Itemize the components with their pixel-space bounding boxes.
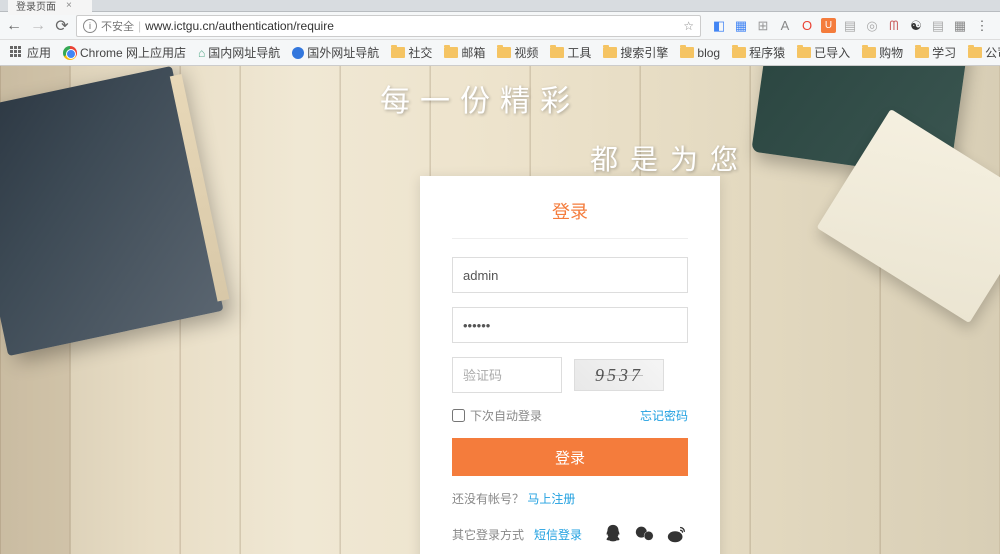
folder-icon [915, 47, 929, 58]
captcha-image[interactable]: 9537 [574, 359, 664, 391]
folder-icon [797, 47, 811, 58]
hero-text: 每一份精彩 都是为您 [380, 76, 750, 178]
bookmark-folder-blog[interactable]: blog [676, 44, 724, 62]
login-title: 登录 [452, 198, 688, 239]
ext-icon[interactable]: ◧ [711, 18, 727, 34]
forward-button[interactable]: → [28, 16, 48, 36]
url-field[interactable]: i 不安全 | www.ictgu.cn/authentication/requ… [76, 15, 701, 37]
ext-icon[interactable]: ⊞ [755, 18, 771, 34]
bookmark-domestic[interactable]: ⌂ 国内网址导航 [194, 42, 284, 63]
ext-icon[interactable]: U [821, 18, 836, 33]
page-content: 每一份精彩 都是为您 登录 9537 下次自动登录 忘记密码 登录 还没有帐号？… [0, 66, 1000, 554]
sms-login-link[interactable]: 短信登录 [534, 526, 582, 543]
folder-icon [497, 47, 511, 58]
bookmark-folder-study[interactable]: 学习 [911, 42, 960, 63]
folder-icon [550, 47, 564, 58]
qq-login-icon[interactable] [602, 523, 624, 545]
auto-login-label[interactable]: 下次自动登录 [452, 407, 542, 424]
ext-icon[interactable]: A [777, 18, 793, 34]
bookmark-foreign[interactable]: 国外网址导航 [288, 42, 383, 63]
url-text: www.ictgu.cn/authentication/require [145, 19, 679, 33]
ext-icon[interactable]: ◎ [864, 18, 880, 34]
apps-button[interactable]: 应用 [6, 42, 55, 63]
hero-line2: 都是为您 [590, 138, 750, 178]
bookmark-chrome-store[interactable]: Chrome 网上应用店 [59, 42, 190, 63]
folder-icon [603, 47, 617, 58]
ext-icon[interactable]: ▤ [842, 18, 858, 34]
star-icon[interactable]: ☆ [683, 19, 694, 33]
auto-login-checkbox[interactable] [452, 409, 465, 422]
ext-icon[interactable]: ☯ [908, 18, 924, 34]
bookmark-folder-shopping[interactable]: 购物 [858, 42, 907, 63]
extension-icons: ◧ ▦ ⊞ A O U ▤ ◎ ᗰ ☯ ▤ ▦ ⋮ [705, 18, 996, 34]
browser-tab[interactable]: 登录页面 × [8, 0, 92, 15]
back-button[interactable]: ← [4, 16, 24, 36]
hero-line1: 每一份精彩 [380, 76, 750, 120]
tab-title: 登录页面 [16, 0, 56, 13]
bookmark-folder-video[interactable]: 视频 [493, 42, 542, 63]
ext-icon[interactable]: ▤ [930, 18, 946, 34]
apps-icon [10, 46, 24, 60]
globe-icon [292, 47, 304, 59]
folder-icon [391, 47, 405, 58]
info-icon[interactable]: i [83, 19, 97, 33]
bookmark-folder-programmer[interactable]: 程序猿 [728, 42, 789, 63]
ext-icon[interactable]: ▦ [952, 18, 968, 34]
bookmark-folder-search[interactable]: 搜索引擎 [599, 42, 672, 63]
address-bar: ← → ⟳ i 不安全 | www.ictgu.cn/authenticatio… [0, 12, 1000, 40]
password-input[interactable] [452, 307, 688, 343]
ext-icon[interactable]: ᗰ [886, 18, 902, 34]
bookmark-folder-imported[interactable]: 已导入 [793, 42, 854, 63]
captcha-input[interactable] [452, 357, 562, 393]
folder-icon [444, 47, 458, 58]
login-card: 登录 9537 下次自动登录 忘记密码 登录 还没有帐号？ 马上注册 其它登录方… [420, 176, 720, 554]
bookmark-folder-tools[interactable]: 工具 [546, 42, 595, 63]
register-row: 还没有帐号？ 马上注册 [452, 490, 688, 507]
weibo-login-icon[interactable] [666, 523, 688, 545]
username-input[interactable] [452, 257, 688, 293]
browser-tabs: 登录页面 × [0, 0, 1000, 12]
login-button[interactable]: 登录 [452, 438, 688, 476]
chrome-icon [63, 46, 77, 60]
bookmark-folder-social[interactable]: 社交 [387, 42, 436, 63]
reload-button[interactable]: ⟳ [52, 16, 72, 36]
register-link[interactable]: 马上注册 [527, 492, 575, 506]
folder-icon [862, 47, 876, 58]
bookmark-folder-mail[interactable]: 邮箱 [440, 42, 489, 63]
home-icon: ⌂ [198, 46, 205, 60]
security-label: 不安全 [101, 18, 134, 34]
folder-icon [732, 47, 746, 58]
ext-icon[interactable]: ▦ [733, 18, 749, 34]
menu-icon[interactable]: ⋮ [974, 18, 990, 34]
tab-close-icon[interactable]: × [66, 0, 72, 11]
folder-icon [968, 47, 982, 58]
folder-icon [680, 47, 694, 58]
bookmarks-bar: 应用 Chrome 网上应用店 ⌂ 国内网址导航 国外网址导航 社交 邮箱 视频… [0, 40, 1000, 66]
other-login-label: 其它登录方式 [452, 526, 524, 543]
bookmark-folder-company[interactable]: 公司 [964, 42, 1000, 63]
forgot-password-link[interactable]: 忘记密码 [640, 407, 688, 424]
wechat-login-icon[interactable] [634, 523, 656, 545]
ext-icon[interactable]: O [799, 18, 815, 34]
